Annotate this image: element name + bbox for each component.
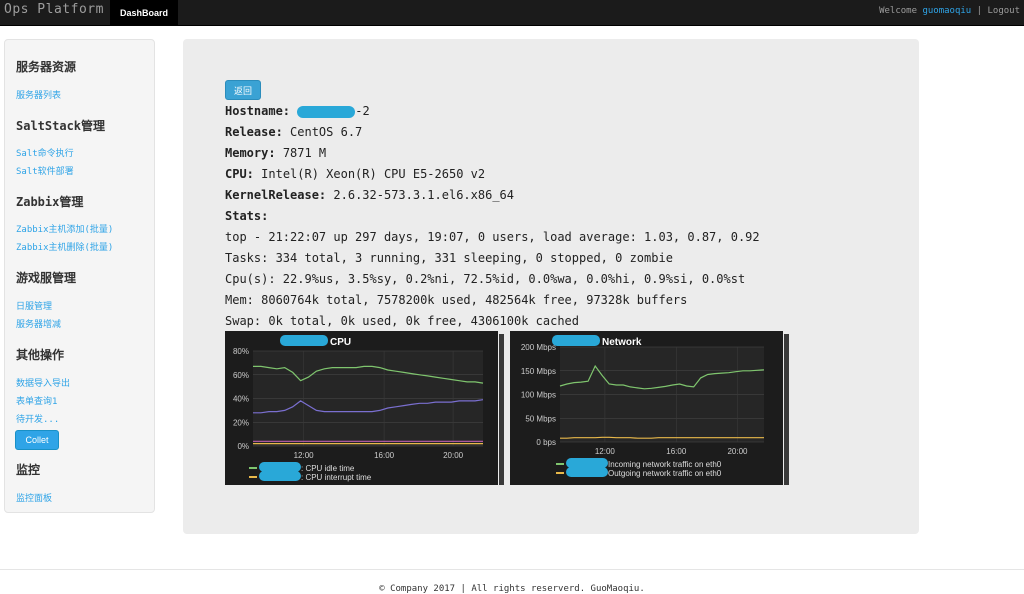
stats-tasks-line: Tasks: 334 total, 3 running, 331 sleepin… xyxy=(225,251,673,265)
footer-text: © Company 2017 | All rights reserverd. G… xyxy=(379,584,645,594)
stats-top-line: top - 21:22:07 up 297 days, 19:07, 0 use… xyxy=(225,230,760,244)
cpu-line: CPU: Intel(R) Xeon(R) CPU E5-2650 v2 xyxy=(225,167,485,181)
welcome-text: Welcome xyxy=(879,6,918,16)
chart-shadow xyxy=(784,334,789,485)
release-label: Release: xyxy=(225,125,283,139)
legend-label: : CPU idle time xyxy=(301,464,355,473)
sidebar: 服务器资源 服务器列表 SaltStack管理 Salt命令执行 Salt软件部… xyxy=(4,39,155,513)
sidebar-item-server-scaling[interactable]: 服务器增减 xyxy=(16,317,61,330)
kernel-label: KernelRelease: xyxy=(225,188,327,202)
nav-separator: | xyxy=(976,6,983,16)
redacted-block xyxy=(566,467,608,477)
hostname-suffix: -2 xyxy=(355,104,370,118)
x-tick-label: 16:00 xyxy=(374,451,395,460)
memory-value: 7871 M xyxy=(282,146,327,160)
cpu-value: Intel(R) Xeon(R) CPU E5-2650 v2 xyxy=(261,167,486,181)
section-title-server-resources: 服务器资源 xyxy=(16,60,77,74)
redacted-block xyxy=(280,335,328,346)
network-chart: Network 200 Mbps 150 Mbps 100 Mbps 50 Mbps 0 … xyxy=(510,331,789,485)
sidebar-item-todo[interactable]: 待开发... xyxy=(16,412,59,425)
sidebar-item-zabbix-delete[interactable]: Zabbix主机删除(批量) xyxy=(16,240,113,253)
section-title-saltstack: SaltStack管理 xyxy=(16,119,106,133)
sidebar-item-server-list[interactable]: 服务器列表 xyxy=(16,88,61,101)
stats-cpu-line: Cpu(s): 22.9%us, 3.5%sy, 0.2%ni, 72.5%id… xyxy=(225,272,746,286)
hostname-line: Hostname: -2 xyxy=(225,104,370,118)
x-tick-label: 16:00 xyxy=(666,447,687,456)
sidebar-item-jp-servers[interactable]: 日服管理 xyxy=(16,299,52,312)
y-tick-label: 60% xyxy=(233,371,249,380)
y-tick-label: 0 bps xyxy=(536,438,556,447)
redacted-block xyxy=(552,335,600,346)
sidebar-item-salt-deploy[interactable]: Salt软件部署 xyxy=(16,164,74,177)
cpu-chart: CPU 80% 60% 40% 20% 0% 12:00 16:00 20:00 : CPU id… xyxy=(225,331,504,485)
logout-link[interactable]: Logout xyxy=(987,6,1020,16)
sidebar-item-data-import-export[interactable]: 数据导入导出 xyxy=(16,376,70,389)
y-tick-label: 150 Mbps xyxy=(521,367,556,376)
section-title-monitoring: 监控 xyxy=(16,463,41,477)
sidebar-item-salt-exec[interactable]: Salt命令执行 xyxy=(16,146,74,159)
sidebar-item-form-query[interactable]: 表单查询1 xyxy=(16,394,57,407)
section-title-other: 其他操作 xyxy=(16,348,65,362)
redacted-block xyxy=(259,471,301,481)
collet-button[interactable]: Collet xyxy=(15,430,59,450)
y-tick-label: 0% xyxy=(237,442,249,451)
network-chart-svg: Network 200 Mbps 150 Mbps 100 Mbps 50 Mbps 0 … xyxy=(521,335,765,478)
main-panel: 返回 Hostname: -2 Release: CentOS 6.7 Memo… xyxy=(183,39,919,534)
stats-swap-line: Swap: 0k total, 0k used, 0k free, 430610… xyxy=(225,314,580,328)
stats-mem-line: Mem: 8060764k total, 7578200k used, 4825… xyxy=(225,293,688,307)
cpu-chart-svg: CPU 80% 60% 40% 20% 0% 12:00 16:00 20:00 : CPU id… xyxy=(233,335,484,482)
release-line: Release: CentOS 6.7 xyxy=(225,125,362,139)
release-value: CentOS 6.7 xyxy=(290,125,363,139)
redacted-block xyxy=(259,462,301,472)
series-line xyxy=(560,436,764,439)
chart-title: Network xyxy=(602,337,642,348)
x-tick-label: 20:00 xyxy=(727,447,748,456)
user-link[interactable]: guomaoqiu xyxy=(922,6,971,16)
chart-shadow xyxy=(499,334,504,485)
x-tick-label: 20:00 xyxy=(443,451,464,460)
y-tick-label: 50 Mbps xyxy=(525,414,556,423)
memory-label: Memory: xyxy=(225,146,276,160)
chart-title: CPU xyxy=(330,337,351,348)
x-tick-label: 12:00 xyxy=(294,451,315,460)
section-title-zabbix: Zabbix管理 xyxy=(16,195,84,209)
cpu-label: CPU: xyxy=(225,167,254,181)
back-button[interactable]: 返回 xyxy=(225,80,261,100)
brand-logo[interactable]: Ops Platform xyxy=(4,2,104,17)
footer-divider xyxy=(0,569,1024,570)
user-welcome: Welcome guomaoqiu | Logout xyxy=(879,6,1020,16)
legend-label: : CPU interrupt time xyxy=(301,473,372,482)
memory-line: Memory: 7871 M xyxy=(225,146,326,160)
legend-label: Incoming network traffic on eth0 xyxy=(608,460,722,469)
legend-label: Outgoing network traffic on eth0 xyxy=(608,469,722,478)
sidebar-item-monitor-panel[interactable]: 监控面板 xyxy=(16,491,52,504)
kernel-line: KernelRelease: 2.6.32-573.3.1.el6.x86_64 xyxy=(225,188,514,202)
y-tick-label: 40% xyxy=(233,395,249,404)
stats-label: Stats: xyxy=(225,209,269,223)
y-tick-label: 20% xyxy=(233,418,249,427)
hostname-label: Hostname: xyxy=(225,104,291,118)
section-title-game-servers: 游戏服管理 xyxy=(16,271,77,285)
x-tick-label: 12:00 xyxy=(595,447,616,456)
y-tick-label: 100 Mbps xyxy=(521,391,556,400)
sidebar-item-zabbix-add[interactable]: Zabbix主机添加(批量) xyxy=(16,222,113,235)
top-navbar: Ops Platform DashBoard Welcome guomaoqiu… xyxy=(0,0,1024,26)
y-tick-label: 200 Mbps xyxy=(521,343,556,352)
kernel-value: 2.6.32-573.3.1.el6.x86_64 xyxy=(333,188,515,202)
redacted-block xyxy=(297,105,356,118)
y-tick-label: 80% xyxy=(233,347,249,356)
tab-dashboard[interactable]: DashBoard xyxy=(110,0,178,25)
redacted-block xyxy=(566,458,608,468)
